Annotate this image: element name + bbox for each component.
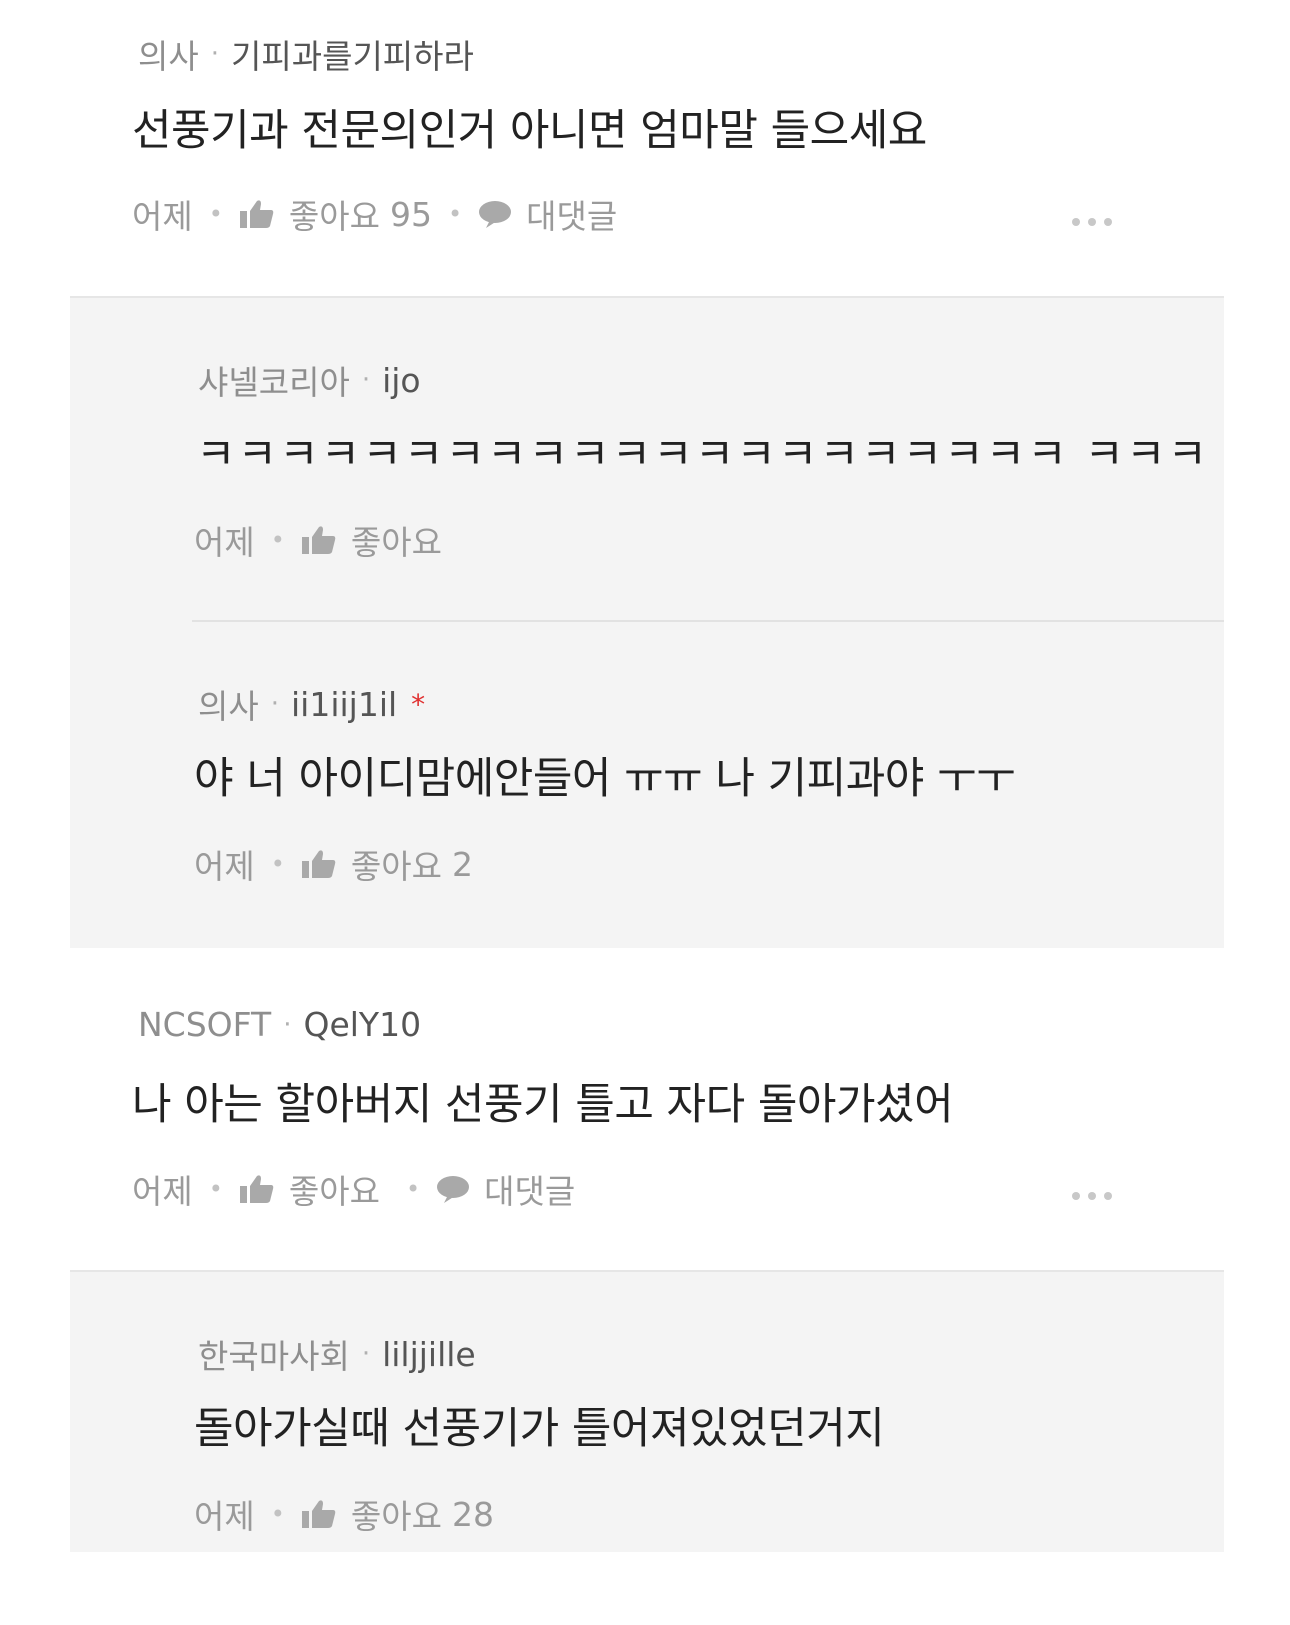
action-separator: • xyxy=(270,1500,285,1528)
meta-separator: · xyxy=(361,365,371,395)
action-separator: • xyxy=(270,526,285,554)
comment-meta: 의사 · 기피과를기피하라 xyxy=(138,30,474,78)
meta-separator: · xyxy=(283,1009,292,1040)
reply-divider xyxy=(192,620,1224,622)
timestamp: 어제 xyxy=(132,197,193,236)
more-options-button[interactable] xyxy=(1072,218,1112,226)
action-separator: • xyxy=(208,200,223,228)
thumbs-up-icon xyxy=(301,849,337,879)
action-separator: • xyxy=(447,200,463,228)
action-separator: • xyxy=(208,1175,223,1203)
like-button[interactable]: 좋아요 95 xyxy=(239,190,432,238)
reply-text: 야 너 아이디맘에안들어 ㅠㅠ 나 기피과야 ㅜㅜ xyxy=(194,754,1016,804)
reply-button[interactable]: 대댓글 xyxy=(478,190,617,238)
like-label: 좋아요 xyxy=(350,1497,442,1536)
like-count: 2 xyxy=(451,844,473,884)
reply-meta: 의사 · ii1iij1il * xyxy=(198,680,425,728)
like-button[interactable]: 좋아요 28 xyxy=(301,1490,494,1538)
more-dot xyxy=(1088,218,1096,226)
author-mark: * xyxy=(411,687,426,721)
action-separator: • xyxy=(405,1175,421,1203)
more-dot xyxy=(1104,218,1112,226)
thumbs-up-icon xyxy=(301,525,337,555)
more-dot xyxy=(1104,1192,1112,1200)
author-org: 한국마사회 xyxy=(198,1337,350,1376)
timestamp: 어제 xyxy=(194,523,255,562)
reply-meta: 한국마사회 · liljjille xyxy=(198,1330,476,1378)
author-nickname[interactable]: QelY10 xyxy=(303,1005,421,1044)
timestamp: 어제 xyxy=(132,1172,193,1211)
reply-text: 돌아가실때 선풍기가 틀어져있었던거지 xyxy=(194,1404,885,1454)
author-org: NCSOFT xyxy=(138,1005,272,1044)
more-dots-icon xyxy=(1072,1192,1080,1200)
reply-text: ㅋㅋㅋㅋㅋㅋㅋㅋㅋㅋㅋㅋㅋㅋㅋㅋㅋㅋㅋㅋㅋ ㅋㅋㅋ xyxy=(196,430,1210,480)
timestamp: 어제 xyxy=(194,847,255,886)
comment-meta: NCSOFT · QelY10 xyxy=(138,1005,421,1044)
reply-actions: 어제 • 좋아요 28 xyxy=(194,1490,494,1538)
author-org: 의사 xyxy=(198,687,259,726)
like-label: 좋아요 xyxy=(288,1172,380,1211)
comment-text: 나 아는 할아버지 선풍기 틀고 자다 돌아가셨어 xyxy=(132,1080,954,1130)
more-dots-icon xyxy=(1072,218,1080,226)
meta-separator: · xyxy=(270,689,279,719)
author-nickname[interactable]: ii1iij1il xyxy=(291,685,397,724)
author-org: 샤넬코리아 xyxy=(198,363,350,402)
like-button[interactable]: 좋아요 xyxy=(301,516,452,564)
author-nickname[interactable]: ijo xyxy=(382,361,421,400)
author-nickname[interactable]: liljjille xyxy=(382,1335,476,1374)
speech-bubble-icon xyxy=(478,199,512,229)
like-label: 좋아요 xyxy=(350,847,442,886)
like-label: 좋아요 xyxy=(288,197,380,236)
reply-label: 대댓글 xyxy=(484,1172,576,1211)
like-label: 좋아요 xyxy=(350,523,442,562)
like-count: 95 xyxy=(389,194,432,234)
more-options-button[interactable] xyxy=(1072,1192,1112,1200)
timestamp: 어제 xyxy=(194,1497,255,1536)
reply-button[interactable]: 대댓글 xyxy=(436,1165,575,1213)
author-org: 의사 xyxy=(138,37,199,76)
speech-bubble-icon xyxy=(436,1174,470,1204)
thumbs-up-icon xyxy=(239,199,275,229)
thumbs-up-icon xyxy=(301,1499,337,1529)
more-dot xyxy=(1088,1192,1096,1200)
comment-actions: 어제 • 좋아요 • 대댓글 xyxy=(132,1165,575,1213)
comment-actions: 어제 • 좋아요 95 • 대댓글 xyxy=(132,190,617,238)
like-button[interactable]: 좋아요 2 xyxy=(301,840,473,888)
reply-meta: 샤넬코리아 · ijo xyxy=(198,356,421,404)
author-nickname[interactable]: 기피과를기피하라 xyxy=(231,30,474,78)
reply-label: 대댓글 xyxy=(526,197,618,236)
reply-actions: 어제 • 좋아요 xyxy=(194,516,452,564)
meta-separator: · xyxy=(361,1339,371,1369)
reply-actions: 어제 • 좋아요 2 xyxy=(194,840,473,888)
like-count: 28 xyxy=(451,1494,494,1534)
action-separator: • xyxy=(270,850,285,878)
comment-text: 선풍기과 전문의인거 아니면 엄마말 들으세요 xyxy=(132,106,927,156)
thumbs-up-icon xyxy=(239,1174,275,1204)
like-button[interactable]: 좋아요 xyxy=(239,1165,390,1213)
meta-separator: · xyxy=(210,39,219,69)
